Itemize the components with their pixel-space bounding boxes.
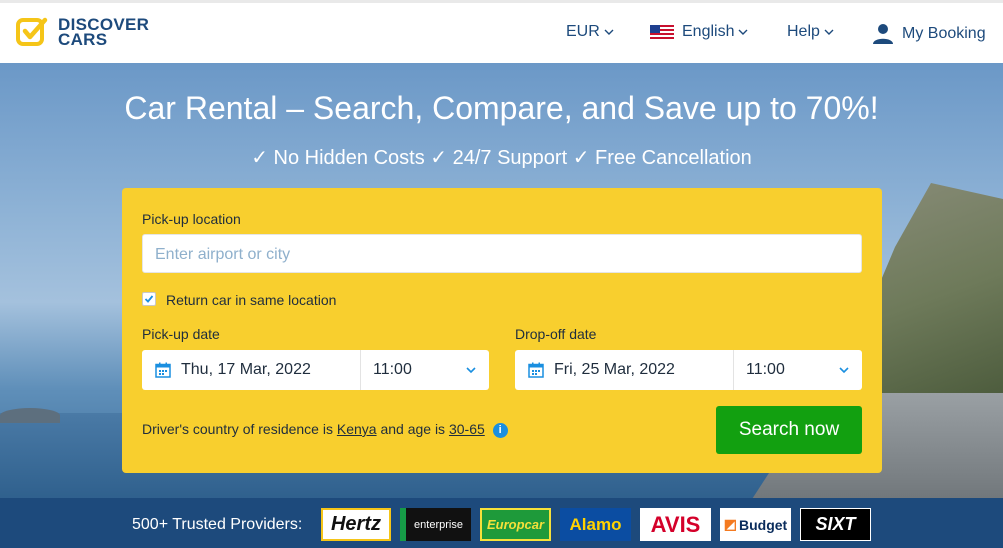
- info-icon[interactable]: i: [492, 423, 508, 438]
- my-booking-link[interactable]: My Booking: [872, 23, 986, 45]
- provider-logo-alamo: Alamo: [560, 508, 631, 541]
- trusted-providers-bar: 500+ Trusted Providers: Hertz enterprise…: [0, 498, 1003, 548]
- return-same-location-checkbox[interactable]: [142, 292, 156, 306]
- pickup-location-input[interactable]: Enter airport or city: [142, 234, 862, 273]
- hero-title: Car Rental – Search, Compare, and Save u…: [124, 90, 879, 126]
- help-label: Help: [787, 23, 820, 40]
- budget-mark-icon: ◩: [723, 516, 737, 532]
- pickup-date-label: Pick-up date: [142, 326, 220, 342]
- dropoff-time-value: 11:00: [746, 361, 785, 378]
- provider-logo-europcar: Europcar: [480, 508, 551, 541]
- currency-selector[interactable]: EUR: [566, 23, 614, 41]
- calendar-icon: [155, 362, 171, 378]
- discover-cars-logo[interactable]: DISCOVER CARS: [16, 16, 149, 48]
- dropoff-date-value: Fri, 25 Mar, 2022: [554, 361, 675, 378]
- dropoff-time-select[interactable]: 11:00: [734, 350, 862, 390]
- checkmark-icon: [144, 295, 154, 303]
- provider-logo-enterprise: enterprise: [400, 508, 471, 541]
- my-booking-label: My Booking: [902, 25, 986, 42]
- driver-age-link[interactable]: 30-65: [449, 421, 485, 437]
- provider-logo-sixt: SIXT: [800, 508, 871, 541]
- pickup-date-value: Thu, 17 Mar, 2022: [181, 361, 311, 378]
- top-header: DISCOVER CARS EUR English Help My Bookin…: [0, 0, 1003, 63]
- chevron-down-icon: [824, 29, 834, 35]
- user-icon: [873, 24, 893, 44]
- driver-info: Driver's country of residence is Kenya a…: [142, 421, 508, 438]
- return-same-location-label[interactable]: Return car in same location: [166, 292, 336, 308]
- pickup-datetime-field: Thu, 17 Mar, 2022 11:00: [142, 350, 489, 390]
- dropoff-date-picker[interactable]: Fri, 25 Mar, 2022: [515, 350, 734, 390]
- calendar-icon: [528, 362, 544, 378]
- hero-background-island: [0, 408, 60, 423]
- hero-banner: Car Rental – Search, Compare, and Save u…: [0, 63, 1003, 498]
- search-now-button[interactable]: Search now: [716, 406, 862, 454]
- chevron-down-icon: [839, 367, 849, 374]
- search-form: Pick-up location Enter airport or city R…: [122, 188, 882, 473]
- dropoff-date-label: Drop-off date: [515, 326, 597, 342]
- language-selector[interactable]: English: [650, 23, 748, 41]
- logo-checkmark-icon: [16, 17, 48, 46]
- logo-text: DISCOVER CARS: [58, 16, 149, 49]
- hero-subtitle: ✓ No Hidden Costs ✓ 24/7 Support ✓ Free …: [251, 147, 752, 169]
- chevron-down-icon: [604, 29, 614, 35]
- help-menu[interactable]: Help: [787, 23, 834, 41]
- dropoff-datetime-field: Fri, 25 Mar, 2022 11:00: [515, 350, 862, 390]
- providers-label: 500+ Trusted Providers:: [132, 516, 303, 533]
- driver-country-link[interactable]: Kenya: [337, 421, 377, 437]
- logo-line-2: CARS: [58, 30, 108, 49]
- pickup-time-value: 11:00: [373, 361, 412, 378]
- pickup-date-picker[interactable]: Thu, 17 Mar, 2022: [142, 350, 361, 390]
- chevron-down-icon: [738, 29, 748, 35]
- provider-logo-avis: AVIS: [640, 508, 711, 541]
- currency-label: EUR: [566, 23, 600, 40]
- provider-logo-budget: ◩ Budget: [720, 508, 791, 541]
- driver-mid: and age is: [380, 421, 446, 437]
- pickup-location-label: Pick-up location: [142, 211, 241, 227]
- driver-prefix: Driver's country of residence is: [142, 421, 333, 437]
- language-label: English: [682, 23, 735, 40]
- provider-logo-hertz: Hertz: [321, 508, 391, 541]
- chevron-down-icon: [466, 367, 476, 374]
- pickup-time-select[interactable]: 11:00: [361, 350, 489, 390]
- us-flag-icon: [650, 25, 674, 39]
